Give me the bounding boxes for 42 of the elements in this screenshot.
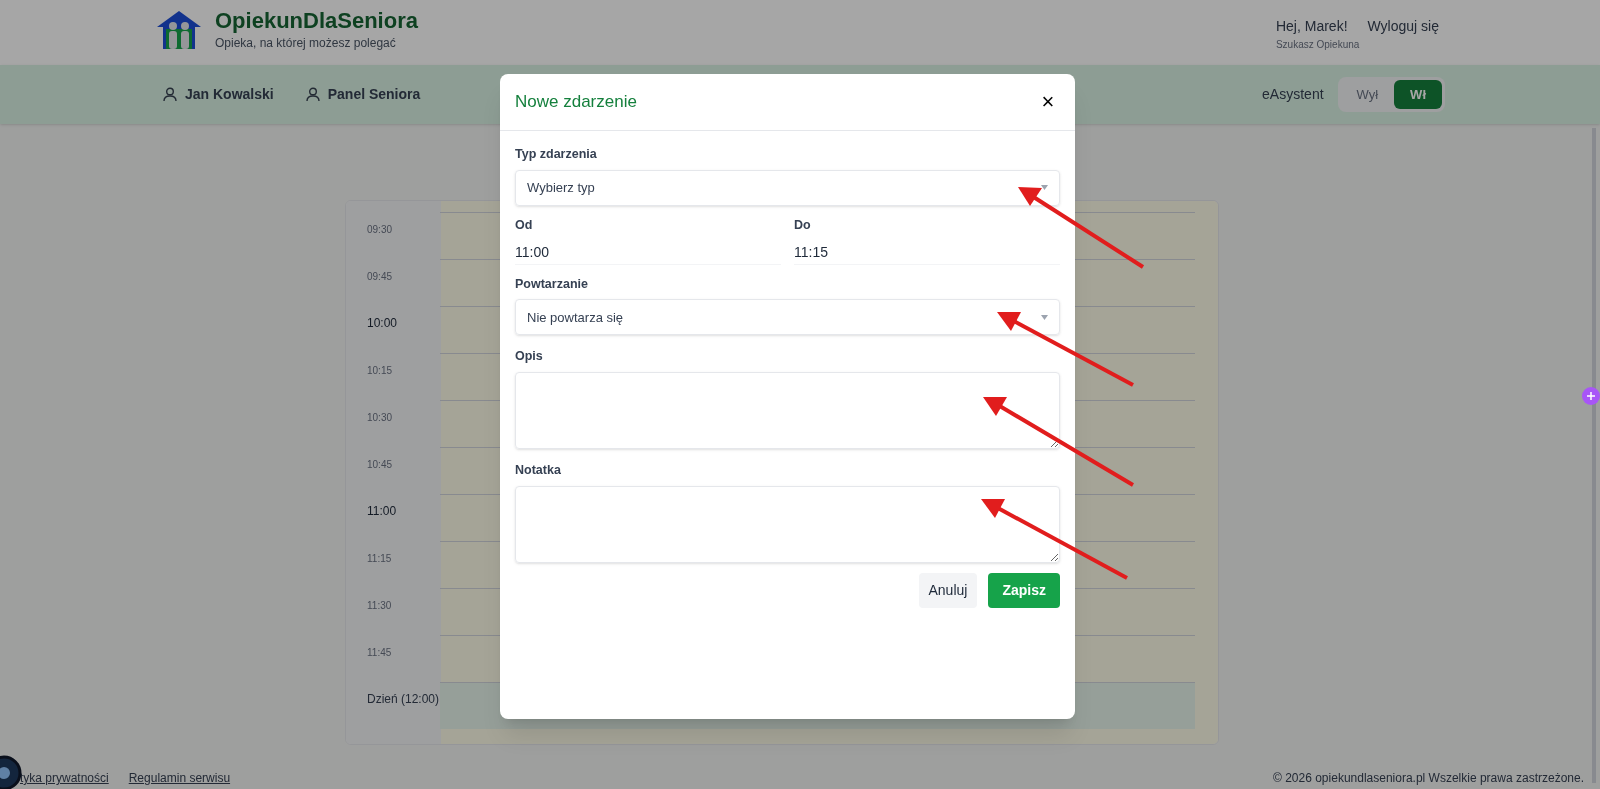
- footer-link[interactable]: tyka prywatności: [20, 769, 109, 787]
- time-label: 09:45: [367, 271, 393, 282]
- time-label: 10:00: [367, 316, 398, 330]
- nav-link[interactable]: Panel Seniora: [305, 84, 421, 105]
- house-family-logo-icon: [155, 9, 203, 51]
- cancel-button[interactable]: Anuluj: [918, 572, 978, 608]
- field-label: Notatka: [515, 462, 562, 479]
- time-label: 10:15: [367, 365, 393, 376]
- field-label: Od: [515, 216, 534, 234]
- time-label: 09:30: [367, 224, 393, 235]
- nav-link[interactable]: Jan Kowalski: [163, 84, 274, 105]
- greeting: Hej, Marek!: [1275, 17, 1348, 36]
- time-label: 11:30: [367, 600, 392, 611]
- dropdown-caret-icon: [1041, 185, 1048, 191]
- widget-icon[interactable]: [1582, 387, 1600, 405]
- select-field[interactable]: Nie powtarza się: [515, 299, 1060, 336]
- logout-link[interactable]: Wyloguj się: [1367, 16, 1439, 37]
- field-label: Do: [794, 216, 812, 234]
- user-icon: [305, 87, 320, 102]
- user-icon: [163, 87, 177, 102]
- time-label: 11:00: [367, 504, 397, 518]
- time-label: 10:45: [367, 459, 393, 470]
- time-label: 11:15: [367, 553, 392, 564]
- dialog-title: Nowe zdarzenie: [515, 91, 637, 114]
- time-label: 10:30: [367, 412, 393, 423]
- time-label: 11:45: [367, 647, 392, 658]
- dropdown-caret-icon: [1041, 314, 1048, 320]
- footer-link[interactable]: Regulamin serwisu: [128, 769, 231, 787]
- assistant-label: eAsystent: [1262, 85, 1324, 104]
- time-label: Dzień (12:00): [367, 692, 440, 706]
- select-field[interactable]: Wybierz typ: [515, 169, 1060, 206]
- close-button[interactable]: ×: [1036, 90, 1060, 114]
- field-label: Powtarzanie: [515, 275, 589, 293]
- site-title[interactable]: OpiekunDlaSeniora: [215, 8, 418, 34]
- field-label: Typ zdarzenia: [515, 146, 598, 163]
- user-role: Szukasz Opiekuna: [1275, 38, 1361, 52]
- tagline: Opieka, na której możesz polegać: [215, 35, 397, 52]
- toggle-option[interactable]: Wył: [1340, 79, 1395, 110]
- toggle-option[interactable]: Wł: [1394, 79, 1442, 110]
- save-button[interactable]: Zapisz: [988, 572, 1060, 608]
- copyright-text: © 2026 opiekundlaseniora.pl Wszelkie prawa zastrzeżone.: [1273, 770, 1584, 787]
- field-label: Opis: [515, 348, 544, 366]
